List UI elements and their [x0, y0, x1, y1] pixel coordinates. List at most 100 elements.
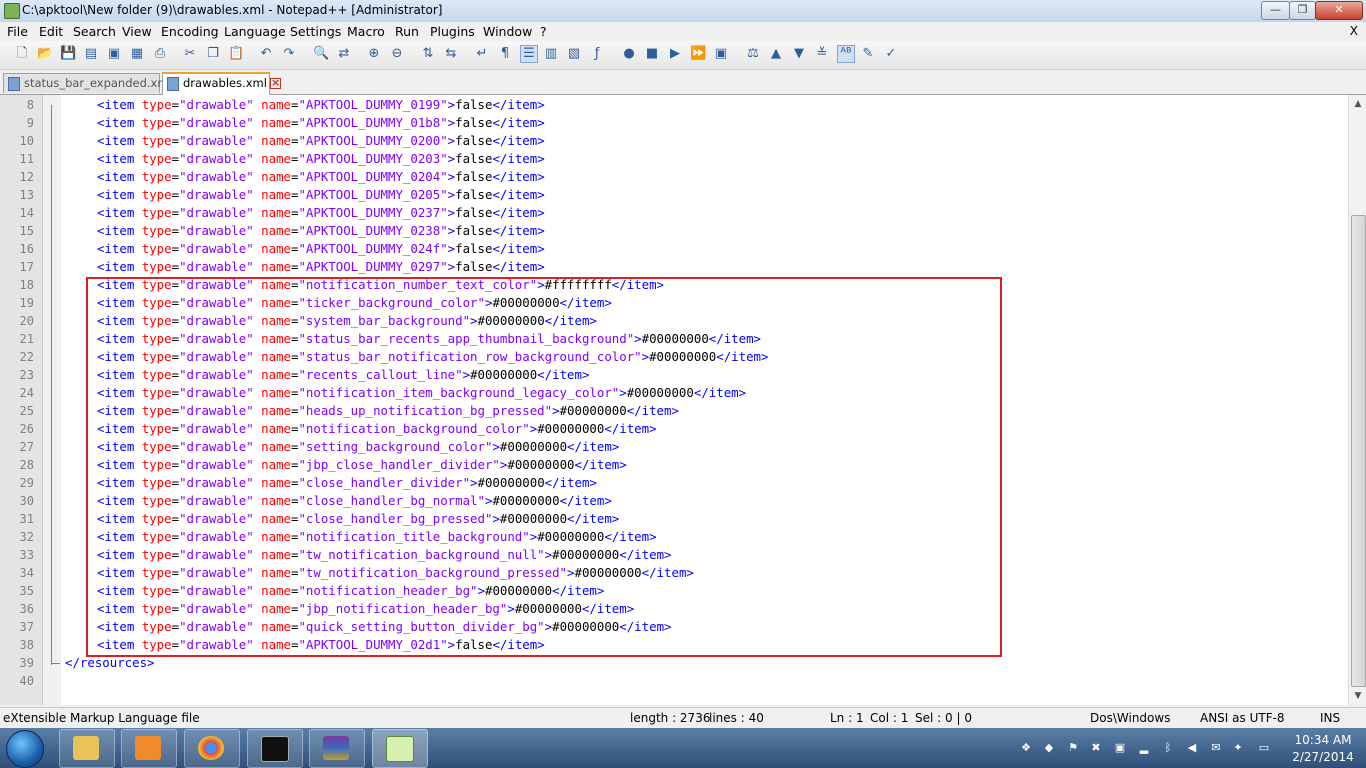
fold-end	[51, 663, 60, 664]
copy-icon[interactable]: ❐	[205, 46, 221, 62]
line-number: 17	[19, 260, 34, 274]
usb-icon[interactable]: ▣	[1114, 742, 1126, 754]
undo-icon[interactable]: ↶	[258, 46, 274, 62]
maximize-button[interactable]: ❐	[1289, 1, 1316, 20]
code-line[interactable]: <item type="drawable" name="APKTOOL_DUMM…	[97, 222, 545, 240]
code-line[interactable]: <item type="drawable" name="APKTOOL_DUMM…	[97, 240, 545, 258]
line-number: 32	[19, 530, 34, 544]
menu-window[interactable]: Window	[483, 24, 532, 39]
menu-plugins[interactable]: Plugins	[430, 24, 475, 39]
sort-icon[interactable]: ≚	[814, 46, 830, 62]
taskbar-chrome[interactable]	[184, 729, 240, 768]
menu-search[interactable]: Search	[73, 24, 116, 39]
menu-encoding[interactable]: Encoding	[161, 24, 219, 39]
flag-icon[interactable]: ⚑	[1067, 742, 1079, 754]
save-icon[interactable]: 💾	[60, 46, 76, 62]
close-file-icon[interactable]: ▣	[106, 46, 122, 62]
display-icon[interactable]: ▭	[1258, 742, 1270, 754]
xml-text-value: false	[455, 259, 493, 274]
scroll-down-arrow-icon[interactable]: ▼	[1351, 689, 1365, 703]
replace-icon[interactable]: ⇄	[336, 46, 352, 62]
network-app-icon[interactable]: ◆	[1043, 742, 1055, 754]
clock-date[interactable]: 2/27/2014	[1290, 750, 1356, 764]
code-line[interactable]: <item type="drawable" name="APKTOOL_DUMM…	[97, 96, 545, 114]
tab-close-icon[interactable]: ×	[269, 77, 281, 89]
editor-area[interactable]: 8 9 10 11 12 13 14 15 16 17 18 19 20 21 22 23 24 25 26 27 28…	[0, 95, 1348, 705]
signal-icon[interactable]: ▂	[1138, 742, 1150, 754]
spell-auto-icon[interactable]: ✓	[883, 46, 899, 62]
winrar-icon	[323, 736, 349, 760]
close-button[interactable]: ✕	[1315, 1, 1363, 20]
spell-options-icon[interactable]: ✎	[860, 46, 876, 62]
taskbar-winrar[interactable]	[309, 729, 365, 768]
record-macro-icon[interactable]: ●	[621, 46, 637, 62]
xml-equals: =	[171, 169, 180, 184]
code-line[interactable]: <item type="drawable" name="APKTOOL_DUMM…	[97, 204, 545, 222]
compare-icon[interactable]: ⚖	[745, 46, 761, 62]
open-file-icon[interactable]: 📂	[37, 46, 53, 62]
move-up-icon[interactable]: ▲	[768, 46, 784, 62]
move-down-icon[interactable]: ▼	[791, 46, 807, 62]
xml-equals: =	[171, 205, 180, 220]
code-line[interactable]: <item type="drawable" name="APKTOOL_DUMM…	[97, 186, 545, 204]
run-macro-multiple-icon[interactable]: ⏩	[690, 46, 706, 62]
minimize-button[interactable]: —	[1261, 1, 1290, 20]
scroll-up-arrow-icon[interactable]: ▲	[1351, 97, 1365, 111]
taskbar-notepadpp[interactable]	[372, 729, 428, 768]
menu-help[interactable]: ?	[540, 24, 547, 39]
sync-horizontal-icon[interactable]: ⇆	[443, 46, 459, 62]
menu-macro[interactable]: Macro	[347, 24, 385, 39]
word-wrap-icon[interactable]: ↵	[474, 46, 490, 62]
code-line[interactable]: <item type="drawable" name="APKTOOL_DUMM…	[97, 168, 545, 186]
find-icon[interactable]: 🔍	[313, 46, 329, 62]
clock-time[interactable]: 10:34 AM	[1290, 733, 1356, 747]
save-macro-icon[interactable]: ▣	[713, 46, 729, 62]
code-line[interactable]: <item type="drawable" name="APKTOOL_DUMM…	[97, 132, 545, 150]
taskbar-media-player[interactable]	[121, 729, 177, 768]
function-list-icon[interactable]: ƒ	[589, 46, 605, 62]
print-icon[interactable]: ⎙	[152, 46, 168, 62]
code-line[interactable]: <item type="drawable" name="APKTOOL_DUMM…	[97, 150, 545, 168]
spell-check-icon[interactable]: ᴬᴮ	[837, 45, 855, 63]
tab-status-bar-expanded[interactable]: status_bar_expanded.xml×	[3, 73, 186, 93]
security-icon[interactable]: ✖	[1090, 742, 1102, 754]
user-language-icon[interactable]: ▥	[543, 46, 559, 62]
new-file-icon[interactable]: 🗋	[14, 46, 30, 62]
volume-icon[interactable]: ◀	[1186, 742, 1198, 754]
stop-macro-icon[interactable]: ■	[644, 46, 660, 62]
doc-map-icon[interactable]: ▧	[566, 46, 582, 62]
redo-icon[interactable]: ↷	[281, 46, 297, 62]
zoom-out-icon[interactable]: ⊖	[389, 46, 405, 62]
start-button[interactable]	[6, 730, 44, 768]
menu-edit[interactable]: Edit	[39, 24, 63, 39]
tool-icon[interactable]: ✦	[1232, 742, 1244, 754]
cut-icon[interactable]: ✂	[182, 46, 198, 62]
indent-guide-icon[interactable]: ☰	[520, 45, 538, 63]
menu-file[interactable]: File	[7, 24, 28, 39]
xml-tag: <item	[97, 187, 142, 202]
play-macro-icon[interactable]: ▶	[667, 46, 683, 62]
close-document-icon[interactable]: X	[1350, 24, 1358, 38]
show-all-chars-icon[interactable]: ¶	[497, 46, 513, 62]
dropbox-icon[interactable]: ❖	[1020, 742, 1032, 754]
zoom-in-icon[interactable]: ⊕	[366, 46, 382, 62]
taskbar-cmd[interactable]	[247, 729, 303, 768]
menu-view[interactable]: View	[122, 24, 152, 39]
close-all-icon[interactable]: ▦	[129, 46, 145, 62]
bluetooth-icon[interactable]: ᛒ	[1162, 742, 1174, 754]
menu-settings[interactable]: Settings	[290, 24, 341, 39]
action-center-icon[interactable]: ✉	[1210, 742, 1222, 754]
vertical-scrollbar[interactable]: ▲ ▼	[1348, 95, 1366, 705]
fold-margin[interactable]	[43, 95, 61, 705]
status-bar: eXtensible Markup Language file length :…	[0, 707, 1366, 729]
taskbar-explorer[interactable]	[59, 729, 115, 768]
save-all-icon[interactable]: ▤	[83, 46, 99, 62]
menu-language[interactable]: Language	[224, 24, 286, 39]
paste-icon[interactable]: 📋	[228, 46, 244, 62]
tab-drawables[interactable]: drawables.xml ×	[162, 72, 281, 95]
menu-run[interactable]: Run	[395, 24, 419, 39]
scroll-thumb[interactable]	[1351, 215, 1366, 687]
sync-vertical-icon[interactable]: ⇅	[420, 46, 436, 62]
code-line[interactable]: <item type="drawable" name="APKTOOL_DUMM…	[97, 258, 545, 276]
code-line[interactable]: <item type="drawable" name="APKTOOL_DUMM…	[97, 114, 545, 132]
